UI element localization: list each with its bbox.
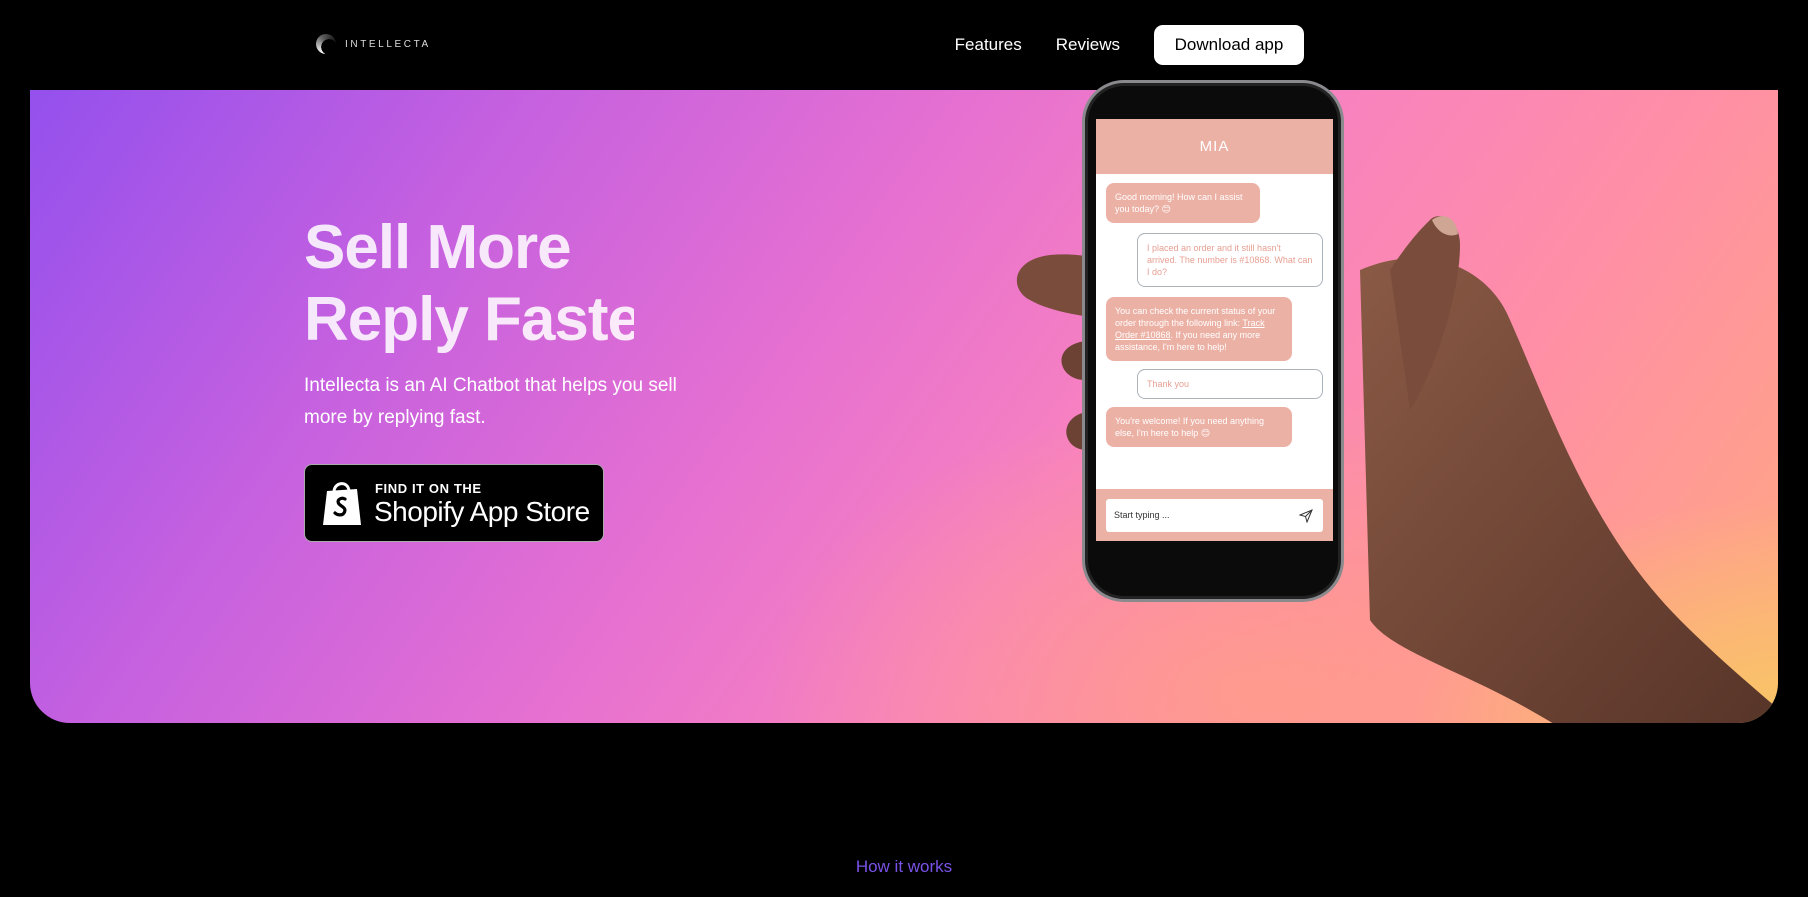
nav-features-link[interactable]: Features	[955, 25, 1022, 65]
nav-reviews-link[interactable]: Reviews	[1056, 25, 1120, 65]
hero-headline: Sell More Reply Faster	[304, 212, 634, 356]
chat-message-bot: You can check the current status of your…	[1106, 297, 1292, 361]
chat-header: MIA	[1096, 119, 1333, 174]
chat-message-user: Thank you	[1137, 369, 1323, 399]
headline-line-1: Sell More	[304, 213, 572, 282]
top-navigation: INTELLECTA Features Reviews Download app	[0, 0, 1808, 90]
badge-big-text: Shopify App Store	[374, 496, 590, 527]
how-it-works-heading: How it works	[855, 857, 953, 876]
nav-menu: Features Reviews Download app	[955, 25, 1304, 65]
hero-subtitle: Intellecta is an AI Chatbot that helps y…	[304, 375, 677, 428]
chat-message-bot: You're welcome! If you need anything els…	[1106, 407, 1292, 447]
send-icon[interactable]	[1299, 509, 1313, 523]
shopify-app-store-badge[interactable]: FIND IT ON THE Shopify App Store	[304, 464, 604, 542]
download-app-button[interactable]: Download app	[1154, 25, 1304, 65]
hero-section: Sell More Reply Faster Intellecta is an …	[30, 90, 1778, 723]
badge-small-text: FIND IT ON THE	[375, 481, 482, 496]
chat-message-bot: Good morning! How can I assist you today…	[1106, 183, 1260, 223]
chat-message-user: I placed an order and it still hasn't ar…	[1137, 233, 1323, 287]
logo[interactable]: INTELLECTA	[316, 34, 431, 54]
phone-mockup: MIA Good morning! How can I assist you t…	[1082, 80, 1344, 602]
chat-input[interactable]: Start typing ...	[1106, 499, 1323, 532]
shopify-bag-icon	[323, 482, 361, 525]
chat-footer: Start typing ...	[1096, 489, 1333, 541]
logo-mark-icon	[316, 34, 336, 54]
chat-input-placeholder: Start typing ...	[1114, 510, 1170, 520]
headline-line-2: Reply Faster	[304, 285, 634, 354]
chat-screen: MIA Good morning! How can I assist you t…	[1096, 119, 1333, 541]
logo-text: INTELLECTA	[345, 38, 431, 50]
